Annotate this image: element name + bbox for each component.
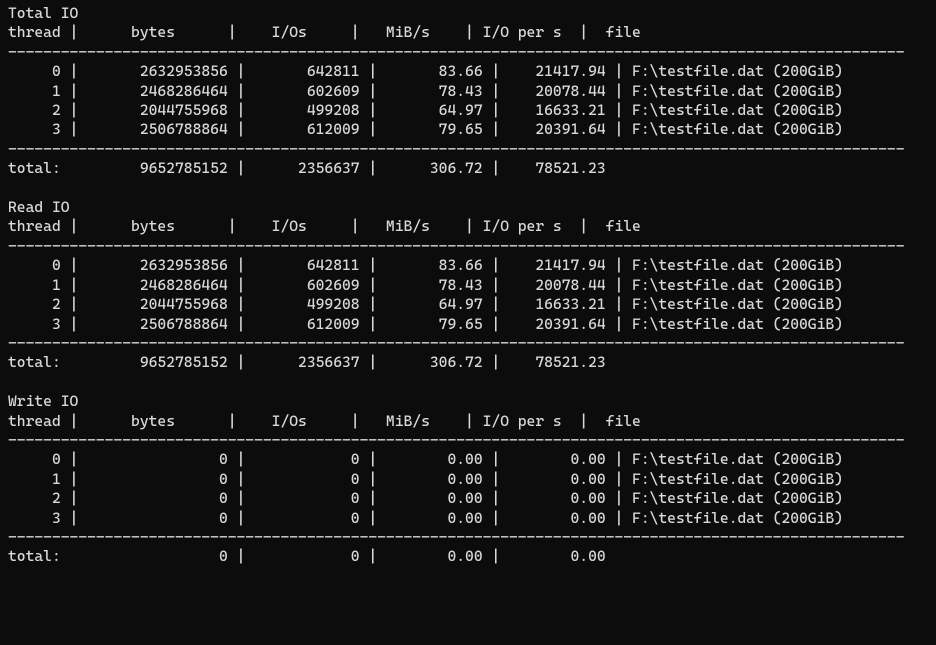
diskspd-output: Total IO thread | bytes | I/Os | MiB/s |… — [0, 0, 936, 571]
